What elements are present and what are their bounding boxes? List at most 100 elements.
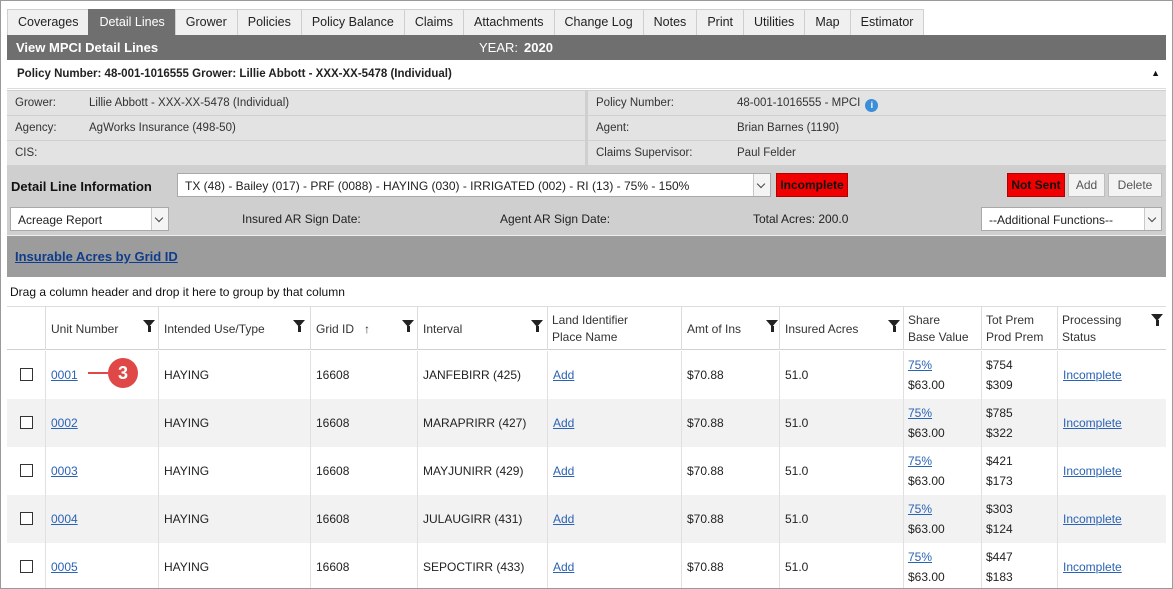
cell-use: HAYING bbox=[158, 495, 310, 543]
producer-premium-value: $309 bbox=[986, 378, 1013, 392]
header-prem-line2: Prod Prem bbox=[986, 330, 1044, 344]
unit-number-link[interactable]: 0002 bbox=[51, 416, 78, 430]
agent-value: Brian Barnes (1190) bbox=[737, 122, 840, 134]
header-interval[interactable]: Interval bbox=[417, 307, 547, 350]
processing-status-link[interactable]: Incomplete bbox=[1063, 416, 1122, 430]
tab-claims[interactable]: Claims bbox=[403, 9, 465, 35]
header-insured-acres[interactable]: Insured Acres bbox=[779, 307, 903, 350]
tab-estimator[interactable]: Estimator bbox=[849, 9, 925, 35]
tab-print[interactable]: Print bbox=[696, 9, 745, 35]
row-checkbox[interactable] bbox=[20, 512, 33, 525]
intended-use-value: HAYING bbox=[164, 512, 210, 526]
tab-map[interactable]: Map bbox=[804, 9, 851, 35]
tab-policies[interactable]: Policies bbox=[236, 9, 302, 35]
cell-land: Add bbox=[547, 495, 681, 543]
collapse-up-icon[interactable]: ▲ bbox=[1151, 68, 1160, 78]
tab-grower[interactable]: Grower bbox=[174, 9, 238, 35]
info-icon[interactable]: i bbox=[865, 99, 879, 112]
share-link[interactable]: 75% bbox=[908, 550, 932, 564]
chevron-down-icon[interactable] bbox=[753, 174, 770, 196]
intended-use-value: HAYING bbox=[164, 560, 210, 574]
header-grid-id[interactable]: Grid ID ↑ bbox=[310, 307, 417, 350]
land-identifier-add-link[interactable]: Add bbox=[553, 368, 574, 382]
report-type-select[interactable]: Acreage Report bbox=[10, 207, 169, 231]
group-by-hint: Drag a column header and drop it here to… bbox=[10, 285, 345, 299]
tab-policy-balance[interactable]: Policy Balance bbox=[300, 9, 405, 35]
header-share-line1: Share bbox=[908, 313, 941, 327]
land-identifier-add-link[interactable]: Add bbox=[553, 416, 574, 430]
cell-status: Incomplete bbox=[1057, 399, 1166, 447]
base-value: $63.00 bbox=[908, 426, 945, 440]
row-checkbox[interactable] bbox=[20, 464, 33, 477]
tab-attachments[interactable]: Attachments bbox=[463, 9, 555, 35]
delete-button[interactable]: Delete bbox=[1108, 173, 1162, 197]
land-identifier-add-link[interactable]: Add bbox=[553, 512, 574, 526]
filter-icon[interactable] bbox=[402, 320, 414, 332]
header-prem-line1: Tot Prem bbox=[986, 313, 1035, 327]
cell-unit: 0005 bbox=[45, 543, 158, 588]
cell-amt: $70.88 bbox=[681, 399, 779, 447]
chevron-down-icon[interactable] bbox=[1144, 208, 1161, 230]
filter-icon[interactable] bbox=[143, 320, 155, 332]
processing-status-link[interactable]: Incomplete bbox=[1063, 560, 1122, 574]
tab-change-log[interactable]: Change Log bbox=[553, 9, 644, 35]
sort-ascending-icon[interactable]: ↑ bbox=[364, 322, 370, 336]
share-link[interactable]: 75% bbox=[908, 358, 932, 372]
group-by-panel[interactable]: Drag a column header and drop it here to… bbox=[7, 277, 1166, 307]
row-checkbox[interactable] bbox=[20, 368, 33, 381]
insured-acres-value: 51.0 bbox=[785, 416, 809, 430]
cell-unit: 0004 bbox=[45, 495, 158, 543]
unit-number-link[interactable]: 0005 bbox=[51, 560, 78, 574]
header-amt-of-ins[interactable]: Amt of Ins bbox=[681, 307, 779, 350]
row-checkbox[interactable] bbox=[20, 416, 33, 429]
filter-icon[interactable] bbox=[1151, 314, 1163, 326]
tab-detail-lines[interactable]: Detail Lines bbox=[88, 9, 176, 35]
insurable-acres-link[interactable]: Insurable Acres by Grid ID bbox=[15, 249, 178, 264]
header-status-line1: Processing bbox=[1062, 313, 1122, 327]
filter-icon[interactable] bbox=[766, 320, 778, 332]
share-link[interactable]: 75% bbox=[908, 406, 932, 420]
chevron-down-icon[interactable] bbox=[151, 208, 168, 230]
page-title-bar: View MPCI Detail Lines YEAR: 2020 bbox=[7, 35, 1166, 60]
insured-acres-value: 51.0 bbox=[785, 368, 809, 382]
filter-icon[interactable] bbox=[531, 320, 543, 332]
header-intended-use[interactable]: Intended Use/Type bbox=[158, 307, 310, 350]
tab-utilities[interactable]: Utilities bbox=[743, 9, 806, 35]
land-identifier-add-link[interactable]: Add bbox=[553, 464, 574, 478]
header-processing-status[interactable]: Processing Status bbox=[1057, 307, 1166, 350]
land-identifier-add-link[interactable]: Add bbox=[553, 560, 574, 574]
policy-header[interactable]: Policy Number: 48-001-1016555 Grower: Li… bbox=[7, 60, 1166, 89]
tab-notes[interactable]: Notes bbox=[642, 9, 698, 35]
base-value: $63.00 bbox=[908, 522, 945, 536]
report-type-value: Acreage Report bbox=[18, 213, 103, 227]
header-unit-number[interactable]: Unit Number bbox=[45, 307, 158, 350]
cell-premium: $421 $173 bbox=[981, 447, 1057, 495]
unit-number-link[interactable]: 0003 bbox=[51, 464, 78, 478]
unit-number-link[interactable]: 0001 bbox=[51, 368, 78, 382]
processing-status-link[interactable]: Incomplete bbox=[1063, 512, 1122, 526]
filter-icon[interactable] bbox=[888, 320, 900, 332]
detail-line-panel: Detail Line Information TX (48) - Bailey… bbox=[7, 165, 1166, 235]
add-button[interactable]: Add bbox=[1068, 173, 1105, 197]
cell-unit: 0003 bbox=[45, 447, 158, 495]
share-link[interactable]: 75% bbox=[908, 502, 932, 516]
unit-number-link[interactable]: 0004 bbox=[51, 512, 78, 526]
processing-status-link[interactable]: Incomplete bbox=[1063, 464, 1122, 478]
row-checkbox[interactable] bbox=[20, 560, 33, 573]
share-link[interactable]: 75% bbox=[908, 454, 932, 468]
cis-cell: CIS: bbox=[7, 141, 585, 165]
header-land-identifier[interactable]: Land Identifier Place Name bbox=[547, 307, 681, 350]
header-share-base-value[interactable]: Share Base Value bbox=[903, 307, 981, 350]
producer-premium-value: $183 bbox=[986, 570, 1013, 584]
filter-icon[interactable] bbox=[293, 320, 305, 332]
header-premium[interactable]: Tot Prem Prod Prem bbox=[981, 307, 1057, 350]
processing-status-link[interactable]: Incomplete bbox=[1063, 368, 1122, 382]
intended-use-value: HAYING bbox=[164, 368, 210, 382]
cell-status: Incomplete bbox=[1057, 495, 1166, 543]
tab-coverages[interactable]: Coverages bbox=[7, 9, 90, 35]
additional-functions-value: --Additional Functions-- bbox=[989, 213, 1114, 227]
additional-functions-select[interactable]: --Additional Functions-- bbox=[981, 207, 1162, 231]
cell-use: HAYING bbox=[158, 351, 310, 399]
agency-label: Agency: bbox=[15, 122, 57, 134]
detail-line-select[interactable]: TX (48) - Bailey (017) - PRF (0088) - HA… bbox=[177, 173, 771, 197]
